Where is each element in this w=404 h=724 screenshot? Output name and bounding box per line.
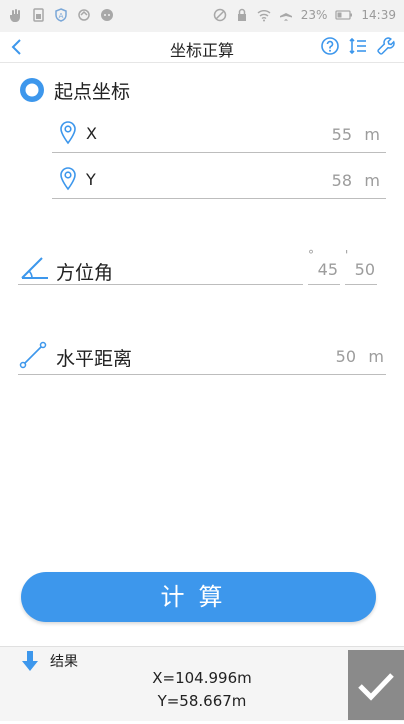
sim-icon: [33, 8, 44, 22]
result-y: Y=58.667m: [157, 692, 247, 710]
wifi-icon: [257, 10, 271, 22]
result-label: 结果: [50, 654, 78, 670]
sync-icon: [78, 9, 90, 21]
location-pin-icon: [60, 167, 76, 191]
distance-label: 水平距离: [56, 348, 133, 370]
wrench-icon[interactable]: [376, 36, 396, 56]
battery-icon: [335, 10, 353, 20]
azimuth-seconds-value[interactable]: 50: [355, 260, 375, 279]
x-value[interactable]: 55: [332, 125, 352, 144]
lock-icon: [237, 8, 246, 21]
result-panel: 结果 X=104.996m Y=58.667m: [0, 646, 404, 721]
location-pin-icon: [60, 121, 76, 145]
azimuth-degree-input[interactable]: [18, 284, 303, 285]
x-label: X: [86, 124, 97, 143]
origin-title: 起点坐标: [54, 80, 131, 103]
shield-a-icon: A: [55, 8, 67, 22]
azimuth-minutes-value[interactable]: 45: [318, 260, 338, 279]
title-bar: 坐标正算: [0, 32, 404, 63]
clock: 14:39: [361, 8, 396, 22]
distance-value[interactable]: 50: [336, 347, 356, 366]
y-unit: m: [364, 171, 380, 190]
radio-selected-icon[interactable]: [18, 76, 46, 104]
y-field[interactable]: Y 58 m: [52, 162, 386, 199]
status-bar: A 23% 14:39: [0, 0, 404, 32]
x-field[interactable]: X 55 m: [52, 116, 386, 153]
hand-icon: [10, 9, 20, 22]
azimuth-seconds-input[interactable]: ' 50: [345, 248, 377, 285]
x-unit: m: [364, 125, 380, 144]
calculate-button[interactable]: 计算: [21, 572, 376, 622]
svg-text:A: A: [59, 12, 64, 20]
airplane-icon: [279, 9, 292, 21]
no-signal-icon: [213, 8, 226, 22]
chat-icon: [101, 9, 113, 21]
help-icon[interactable]: [320, 36, 340, 56]
checkmark-icon: [358, 673, 394, 701]
confirm-button[interactable]: [348, 650, 404, 720]
distance-row[interactable]: 水平距离 50 m: [18, 338, 386, 375]
azimuth-row: 方位角 ° 45 ' 50: [18, 248, 384, 288]
result-x: X=104.996m: [152, 669, 252, 687]
minute-mark: ': [345, 248, 349, 262]
distance-unit: m: [368, 347, 384, 366]
angle-icon: [21, 257, 48, 279]
y-value[interactable]: 58: [332, 171, 352, 190]
battery-percent: 23%: [300, 8, 328, 22]
degree-mark: °: [308, 248, 314, 262]
list-icon[interactable]: [348, 36, 368, 56]
azimuth-minutes-input[interactable]: ° 45: [308, 248, 340, 285]
azimuth-label: 方位角: [56, 262, 114, 284]
y-label: Y: [86, 170, 96, 189]
distance-line-icon: [19, 341, 47, 369]
origin-header: 起点坐标: [18, 76, 130, 104]
